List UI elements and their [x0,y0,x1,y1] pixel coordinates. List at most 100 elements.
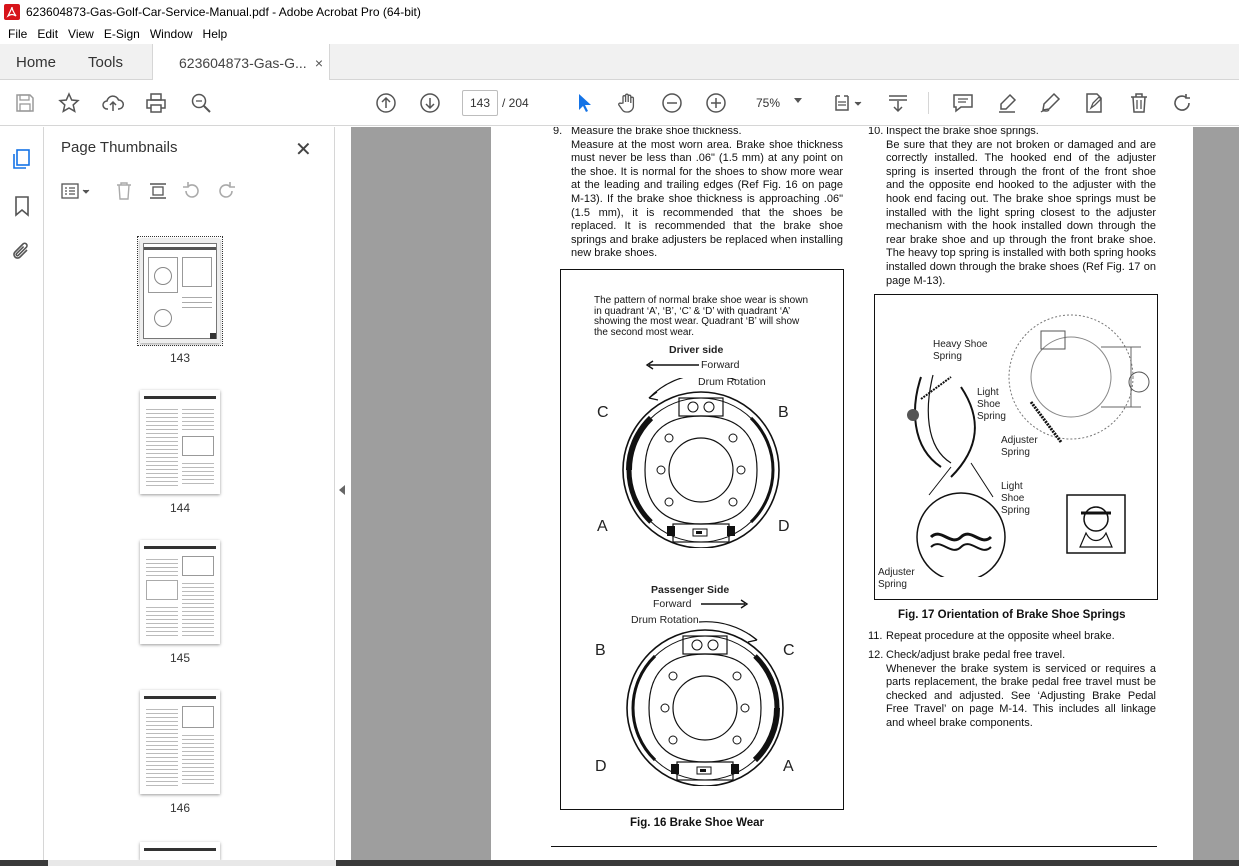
figure-16-caption: Fig. 16 Brake Shoe Wear [630,817,765,829]
tab-bar: Home Tools 623604873-Gas-G... × [0,44,1239,81]
step-number: 11. [868,630,883,642]
figure-note: The pattern of normal brake shoe wear is… [594,295,808,338]
toolbar-separator [928,92,929,114]
menu-view[interactable]: View [64,27,98,41]
highlight-pen-icon[interactable] [995,91,1019,115]
rotate-left-icon[interactable] [181,180,203,202]
panel-toolbar [59,179,249,203]
bookmarks-icon[interactable] [10,194,34,218]
delete-page-icon[interactable] [113,180,135,202]
tab-home-label: Home [16,53,57,71]
menu-window[interactable]: Window [146,27,197,41]
panel-collapse-handle[interactable] [336,127,350,860]
taskbar-strip [0,860,1239,866]
thumbnail-label: 146 [169,801,191,815]
light-shoe-spring-label-2: Light Shoe Spring [1001,481,1030,516]
adjuster-spring-label: Adjuster Spring [1001,435,1038,458]
figure-17-brake-shoe-springs: Heavy Shoe Spring Light Shoe Spring Adju… [874,294,1158,600]
tab-home[interactable]: Home [0,44,72,80]
zoom-in-icon[interactable] [704,91,728,115]
left-navigation-rail [0,127,44,860]
menu-bar: File Edit View E-Sign Window Help [0,24,1239,44]
zoom-search-icon[interactable] [189,91,213,115]
taskbar-highlight [48,860,336,866]
quadrant-b-label: B [778,404,789,421]
menu-edit[interactable]: Edit [33,27,62,41]
forward-label-2: Forward [653,598,692,610]
tab-close-icon[interactable]: × [315,55,323,71]
menu-file[interactable]: File [4,27,31,41]
page-thumbnails-panel: Page Thumbnails ✕ 143 144 145 146 [45,127,369,860]
page-display-icon[interactable] [831,91,865,115]
trash-icon[interactable] [1127,91,1151,115]
thumbnail-label: 144 [169,501,191,515]
tab-tools[interactable]: Tools [72,44,152,80]
thumbnail-label: 145 [169,651,191,665]
step-number: 10. [868,127,884,137]
insert-pages-icon[interactable] [147,180,169,202]
bookmark-star-icon[interactable] [57,91,81,115]
rotate-right-icon[interactable] [215,180,237,202]
next-page-icon[interactable] [418,91,442,115]
thumbnail-page-146[interactable] [140,690,220,794]
quadrant-c-label-2: C [783,642,795,659]
title-bar: 623604873-Gas-Golf-Car-Service-Manual.pd… [0,0,1239,24]
step-body: Repeat procedure at the opposite wheel b… [886,630,1115,642]
quadrant-a-label-2: A [783,758,794,775]
step-body: Be sure that they are not broken or dama… [886,138,1156,287]
page-total: / 204 [502,96,529,110]
quadrant-c-label: C [597,404,609,421]
options-menu-icon[interactable] [59,180,93,202]
zoom-out-icon[interactable] [660,91,684,115]
step-heading: Measure the brake shoe thickness. [571,127,742,137]
thumbnail-page-145[interactable] [140,540,220,644]
acrobat-logo-icon [4,4,20,20]
document-viewer[interactable]: 9. Measure the brake shoe thickness. Mea… [351,127,1239,860]
page-number-input[interactable]: 143 [462,90,498,116]
redo-icon[interactable] [1171,91,1195,115]
upload-cloud-icon[interactable] [101,91,125,115]
step-10: 10. Inspect the brake shoe springs. Be s… [868,127,1156,288]
pdf-page: 9. Measure the brake shoe thickness. Mea… [491,127,1193,860]
zoom-level-value: 75% [756,96,781,110]
passenger-side-label: Passenger Side [651,584,730,596]
scroll-mode-icon[interactable] [886,91,910,115]
step-number: 9. [553,127,563,137]
step-number: 12. [868,649,884,661]
heavy-shoe-spring-label: Heavy Shoe Spring [933,339,988,362]
thumbnail-page-144[interactable] [140,390,220,494]
thumbnail-label: 143 [169,351,191,365]
print-icon[interactable] [144,91,168,115]
draw-sign-icon[interactable] [1038,91,1062,115]
hand-tool-icon[interactable] [616,91,640,115]
comment-icon[interactable] [951,91,975,115]
brake-drum-driver-icon [622,378,780,548]
collapse-arrow-icon [339,485,345,495]
window-title: 623604873-Gas-Golf-Car-Service-Manual.pd… [26,5,421,19]
step-heading: Check/adjust brake pedal free travel. [886,649,1066,661]
brake-drum-passenger-icon [626,621,784,786]
thumbnail-page-147[interactable] [140,842,220,860]
select-cursor-icon[interactable] [573,91,597,115]
menu-help[interactable]: Help [199,27,232,41]
step-12: 12. Check/adjust brake pedal free travel… [868,649,1156,731]
forward-arrow-icon [645,360,699,370]
page-footer-rule [551,846,1157,847]
chevron-down-icon [794,98,802,103]
previous-page-icon[interactable] [374,91,398,115]
menu-esign[interactable]: E-Sign [100,27,144,41]
tab-tools-label: Tools [88,53,124,71]
save-icon[interactable] [13,91,37,115]
step-9: 9. Measure the brake shoe thickness. Mea… [553,127,843,261]
tab-document[interactable]: 623604873-Gas-G... × [152,44,330,81]
close-icon[interactable]: ✕ [295,137,312,162]
thumbnail-page-143[interactable] [137,236,223,346]
page-thumbnails-icon[interactable] [10,147,34,171]
step-heading: Inspect the brake shoe springs. [886,127,1039,137]
zoom-level-dropdown[interactable]: 75% [748,90,810,116]
edit-pdf-icon[interactable] [1082,91,1106,115]
quadrant-d-label: D [778,518,790,535]
attachments-icon[interactable] [10,240,34,264]
forward-label: Forward [701,359,740,371]
figure-16-brake-shoe-wear: The pattern of normal brake shoe wear is… [560,269,844,810]
